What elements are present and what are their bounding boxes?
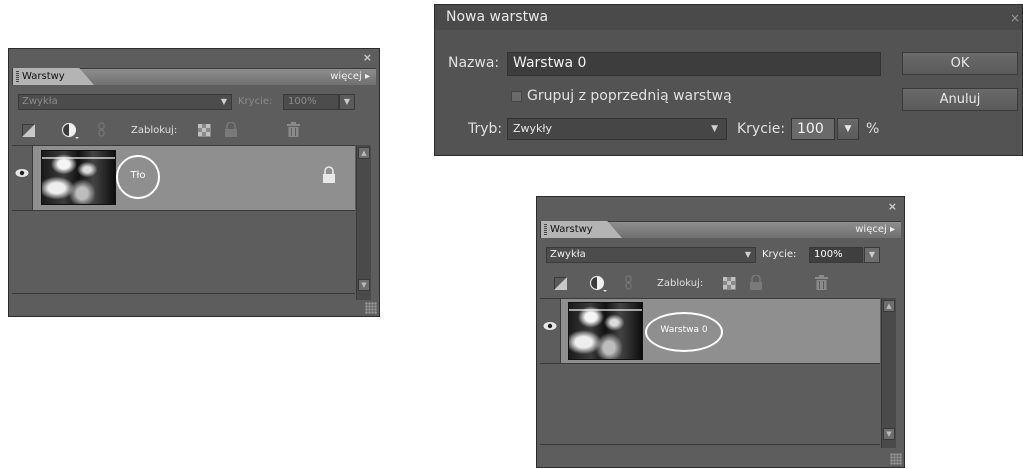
scroll-up-button[interactable]: ▲: [358, 147, 370, 159]
layer-thumbnail[interactable]: [41, 150, 116, 205]
tab-layers-label: Warstwy: [550, 224, 593, 235]
chevron-down-icon: ▼: [868, 250, 876, 259]
chevron-down-icon: ▼: [220, 97, 227, 106]
opacity-dropdown-button[interactable]: ▼: [339, 94, 355, 110]
dialog-title-bar[interactable]: Nowa warstwa: [435, 5, 1022, 30]
tab-grip-icon[interactable]: [544, 224, 547, 235]
delete-layer-icon[interactable]: [815, 275, 828, 290]
tab-layers[interactable]: Warstwy: [540, 221, 622, 238]
opacity-input[interactable]: 100%: [809, 247, 863, 263]
eye-icon: [15, 169, 29, 177]
mode-label: Tryb:: [468, 121, 503, 137]
tab-layers[interactable]: Warstwy: [12, 68, 94, 85]
eye-icon: [543, 322, 557, 330]
mode-select-value: Zwykły: [513, 122, 553, 135]
blend-mode-select[interactable]: Zwykła ▼: [18, 94, 232, 110]
opacity-dropdown-button[interactable]: ▼: [864, 247, 880, 263]
delete-layer-icon[interactable]: [287, 122, 300, 137]
scrollbar[interactable]: ▲ ▼: [881, 298, 896, 448]
blend-mode-value: Zwykła: [22, 96, 58, 107]
link-icon[interactable]: [625, 275, 633, 291]
lock-transparency-icon[interactable]: [198, 124, 211, 137]
percent-label: %: [866, 121, 880, 137]
link-icon[interactable]: [98, 122, 106, 138]
scrollbar[interactable]: ▲ ▼: [356, 145, 371, 300]
chevron-down-icon: ▼: [711, 124, 718, 134]
cancel-button[interactable]: Anuluj: [902, 88, 1018, 111]
dialog-close-button[interactable]: ×: [1010, 11, 1020, 25]
scroll-down-button[interactable]: ▼: [883, 428, 895, 440]
group-checkbox[interactable]: [511, 91, 522, 102]
new-layer-icon[interactable]: [554, 277, 567, 290]
divider: [12, 293, 355, 294]
layer-row[interactable]: Warstwa 0: [540, 298, 880, 364]
adjustment-layer-icon[interactable]: [61, 122, 81, 140]
opacity-input[interactable]: 100%: [283, 94, 339, 110]
opacity-label: Krycie:: [762, 249, 797, 260]
lock-transparency-icon[interactable]: [723, 277, 736, 290]
layer-row[interactable]: Tło: [12, 145, 355, 211]
visibility-toggle[interactable]: [12, 146, 33, 210]
opacity-input[interactable]: 100: [791, 118, 835, 140]
more-menu-button[interactable]: więcej ▸: [855, 222, 895, 238]
opacity-value: 100%: [814, 249, 843, 260]
chevron-down-icon: ▼: [343, 97, 351, 106]
layer-name[interactable]: Tło: [116, 170, 160, 181]
tab-grip-icon[interactable]: [16, 71, 19, 82]
opacity-value: 100%: [288, 96, 317, 107]
group-checkbox-label[interactable]: Grupuj z poprzednią warstwą: [527, 85, 732, 107]
divider: [540, 444, 880, 445]
layers-panel-before: × Warstwy więcej ▸ Zwykła ▼ Krycie: 100%…: [8, 48, 380, 317]
panel-close-button[interactable]: ×: [363, 52, 372, 63]
opacity-label: Krycie:: [737, 121, 786, 137]
blend-mode-value: Zwykła: [550, 249, 586, 260]
name-label: Nazwa:: [448, 55, 500, 71]
new-layer-icon[interactable]: [22, 124, 35, 137]
panel-tab-bar: Warstwy więcej ▸: [12, 68, 376, 85]
name-input[interactable]: Warstwa 0: [507, 52, 881, 76]
blend-mode-select[interactable]: Zwykła ▼: [546, 247, 756, 263]
lock-label: Zablokuj:: [131, 125, 178, 136]
more-menu-button[interactable]: więcej ▸: [330, 69, 370, 85]
resize-grip-icon[interactable]: [890, 453, 902, 465]
panel-close-button[interactable]: ×: [888, 201, 897, 212]
tab-layers-label: Warstwy: [22, 71, 65, 82]
mode-select[interactable]: Zwykły ▼: [507, 118, 727, 140]
visibility-toggle[interactable]: [540, 299, 561, 363]
chevron-down-icon: ▼: [744, 250, 751, 259]
adjustment-layer-icon[interactable]: [589, 275, 609, 293]
lock-all-icon[interactable]: [749, 275, 763, 291]
layers-panel-after: × Warstwy więcej ▸ Zwykła ▼ Krycie: 100%…: [536, 196, 905, 468]
lock-all-icon[interactable]: [224, 122, 238, 138]
opacity-label: Krycie:: [238, 96, 273, 107]
lock-label: Zablokuj:: [657, 278, 704, 289]
chevron-down-icon: ▼: [844, 124, 852, 134]
layer-name[interactable]: Warstwa 0: [645, 325, 723, 335]
ok-button[interactable]: OK: [902, 52, 1018, 75]
panel-tab-bar: Warstwy więcej ▸: [540, 221, 901, 238]
new-layer-dialog: Nowa warstwa × Nazwa: Warstwa 0 Grupuj z…: [434, 4, 1023, 156]
resize-grip-icon[interactable]: [365, 302, 377, 314]
opacity-input-value: 100: [797, 121, 824, 137]
opacity-dropdown-button[interactable]: ▼: [837, 118, 859, 140]
name-input-value: Warstwa 0: [513, 55, 587, 71]
layer-thumbnail[interactable]: [568, 302, 643, 360]
lock-icon: [323, 166, 335, 183]
dialog-title: Nowa warstwa: [446, 9, 549, 25]
scroll-up-button[interactable]: ▲: [883, 300, 895, 312]
scroll-down-button[interactable]: ▼: [358, 279, 370, 291]
